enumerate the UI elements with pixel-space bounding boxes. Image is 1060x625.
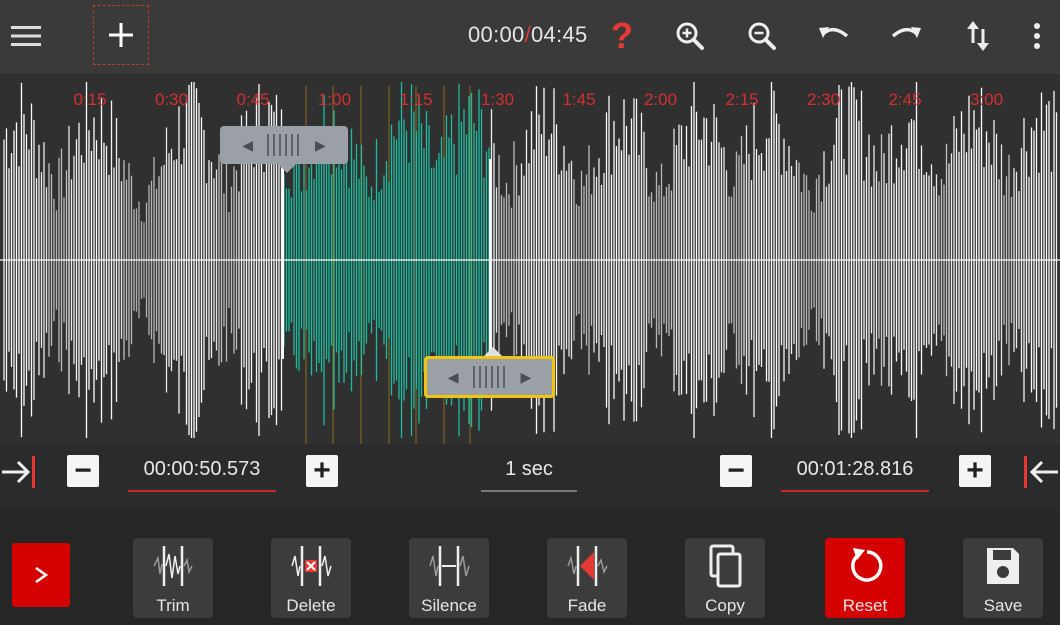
chevron-right-icon: ▶ (520, 368, 532, 385)
end-minus-button[interactable]: − (720, 455, 752, 487)
grip-icon (267, 134, 301, 156)
trim-button[interactable]: Trim (133, 538, 213, 618)
timeline-tick-label: 0:15 (73, 90, 107, 109)
arrow-to-start-icon (2, 456, 35, 488)
menu-button[interactable] (0, 10, 52, 62)
timeline-tick-label: 2:30 (806, 90, 841, 109)
fade-label: Fade (567, 596, 607, 615)
zoom-in-icon (676, 22, 704, 50)
timeline-tick-label: 2:15 (725, 90, 759, 109)
more-options-button[interactable] (1014, 10, 1060, 62)
timeline-tick-label: 0:45 (236, 90, 270, 109)
undo-button[interactable] (808, 10, 860, 62)
save-button[interactable]: Save (963, 538, 1043, 618)
audio-editor: 00:00/04:45 ? 0:15 0:30 0:45 1:00 1:15 1:30 1:… (0, 0, 1060, 625)
start-minus-button[interactable]: − (67, 455, 99, 487)
play-button[interactable] (12, 543, 70, 607)
reset-label: Reset (842, 596, 888, 615)
end-plus-button[interactable]: + (959, 455, 991, 487)
timeline-tick-label: 2:45 (888, 90, 922, 109)
add-icon (109, 23, 133, 47)
minus-icon: − (727, 454, 745, 487)
total-time: 04:45 (530, 22, 588, 47)
timeline-tick-label: 0:30 (154, 90, 189, 109)
zoom-out-button[interactable] (736, 10, 788, 62)
plus-icon: + (966, 454, 984, 487)
chevron-left-icon: ◀ (242, 136, 253, 153)
copy-button[interactable]: Copy (685, 538, 765, 618)
chevron-right-icon: ▶ (315, 136, 326, 153)
time-display: 00:00/04:45 (468, 22, 588, 48)
grip-icon (472, 366, 507, 388)
end-time-field[interactable]: 00:01:28.816 (781, 458, 929, 492)
help-icon: ? (611, 15, 633, 56)
waveform-view[interactable]: 0:15 0:30 0:45 1:00 1:15 1:30 1:45 2:00 2:15 2:30… (0, 74, 1060, 444)
silence-label: Silence (421, 596, 477, 615)
delete-icon (291, 546, 332, 586)
delete-label: Delete (286, 596, 336, 615)
copy-icon (709, 544, 742, 588)
chevron-left-icon: ◀ (447, 368, 459, 385)
timeline-tick-label: 1:00 (317, 90, 352, 109)
jump-to-start-button[interactable] (0, 454, 40, 495)
step-size-field[interactable]: 1 sec (481, 458, 577, 492)
selection-controls: − 00:00:50.573 + 1 sec − 00:01:28.816 + (0, 444, 1060, 510)
timeline-tick-label: 1:45 (562, 90, 596, 109)
help-button[interactable]: ? (596, 10, 648, 62)
reset-icon (851, 548, 883, 582)
delete-button[interactable]: Delete (271, 538, 351, 618)
save-icon (987, 548, 1019, 584)
zoom-out-icon (748, 22, 776, 50)
undo-icon (819, 27, 849, 38)
selection-end-handle[interactable]: ◀ ▶ (424, 347, 555, 398)
arrow-to-end-icon (1024, 456, 1058, 488)
swap-button[interactable] (952, 10, 1004, 62)
save-label: Save (983, 596, 1023, 615)
menu-icon (11, 26, 41, 46)
start-time-field[interactable]: 00:00:50.573 (128, 458, 276, 492)
redo-button[interactable] (880, 10, 932, 62)
zoom-in-button[interactable] (664, 10, 716, 62)
fade-icon (567, 546, 608, 586)
top-toolbar: 00:00/04:45 ? (0, 0, 1060, 74)
edit-toolbar: Trim Delete Silence Fade Copy Reset Save (0, 510, 1060, 625)
timeline-tick-label: 2:00 (643, 90, 678, 109)
copy-label: Copy (705, 596, 745, 615)
selection-start-handle[interactable]: ◀ ▶ (220, 126, 348, 173)
reset-button[interactable]: Reset (825, 538, 905, 618)
minus-icon: − (74, 454, 92, 487)
start-plus-button[interactable]: + (306, 455, 338, 487)
plus-icon: + (313, 454, 331, 487)
redo-icon (891, 27, 921, 38)
trim-icon (153, 546, 193, 586)
silence-button[interactable]: Silence (409, 538, 489, 618)
timeline-tick-label: 3:00 (969, 90, 1004, 109)
silence-icon (429, 546, 470, 586)
current-time: 00:00 (468, 22, 525, 47)
fade-button[interactable]: Fade (547, 538, 627, 618)
swap-vertical-icon (967, 21, 989, 51)
play-icon (35, 566, 49, 584)
more-vert-icon (1034, 23, 1040, 49)
jump-to-end-button[interactable] (1020, 454, 1060, 495)
timeline-tick-label: 1:15 (399, 90, 433, 109)
add-button[interactable] (92, 4, 150, 66)
trim-label: Trim (156, 596, 190, 615)
timeline-tick-label: 1:30 (480, 90, 515, 109)
